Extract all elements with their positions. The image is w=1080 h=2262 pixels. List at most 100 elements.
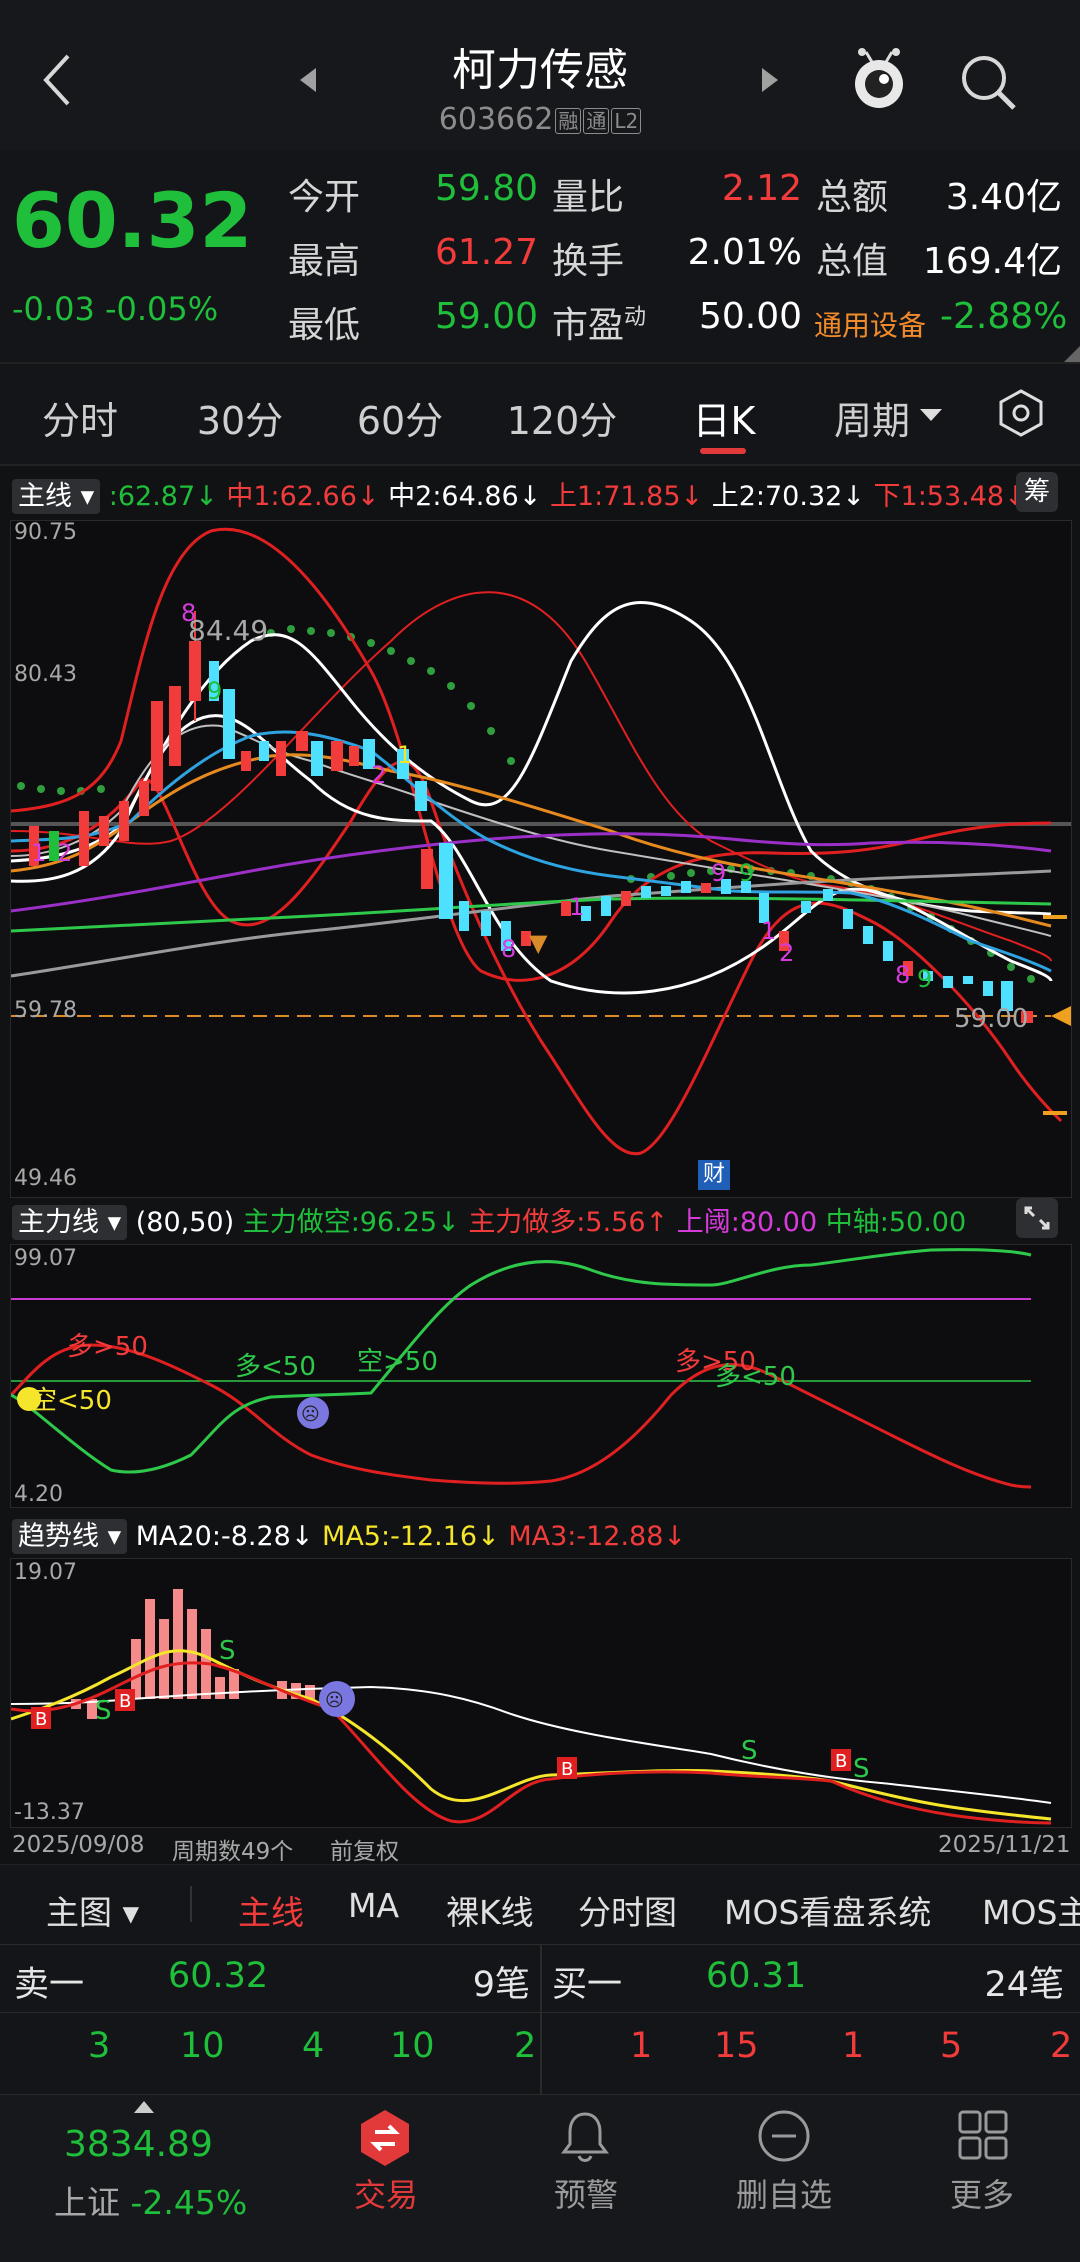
more-grid-icon[interactable]: [956, 2108, 1010, 2166]
sub1-long-value: 主力做多:5.56↑: [468, 1207, 669, 1238]
svg-text:8: 8: [501, 935, 516, 963]
candles: [29, 611, 1033, 1023]
mid1-value: 中1:62.66↓: [226, 481, 380, 512]
svg-text:2: 2: [371, 761, 386, 789]
trade-icon[interactable]: [358, 2108, 412, 2172]
period-dropdown-icon[interactable]: [920, 408, 942, 427]
svg-text:2: 2: [57, 839, 72, 867]
sub1-y-max: 99.07: [14, 1246, 77, 1271]
alert-bell-icon[interactable]: [558, 2108, 612, 2168]
finance-badge[interactable]: 财: [698, 1160, 730, 1190]
kline-chart[interactable]: 8 9 2 1 8 1 9 9 1 2 8 9 1 2 ▼: [10, 520, 1072, 1198]
mode-ma[interactable]: MA: [348, 1886, 399, 1925]
high-price-annotation: 84.49: [188, 614, 269, 647]
period-count: 周期数49个: [172, 1839, 294, 1865]
mode-main-line[interactable]: 主线: [238, 1886, 304, 1934]
svg-text:☹: ☹: [301, 1404, 320, 1425]
search-icon[interactable]: [958, 52, 1018, 116]
mode-naked-k[interactable]: 裸K线: [446, 1886, 534, 1934]
index-line[interactable]: 上证 -2.45%: [54, 2176, 247, 2224]
sub1-indicator-row: 主力线 ▾ (80,50) 主力做空:96.25↓ 主力做多:5.56↑ 上阈:…: [12, 1200, 967, 1240]
buy-queue-4: 5: [940, 2026, 963, 2066]
sell-queue-3: 4: [302, 2026, 325, 2066]
sub1-params: (80,50): [135, 1207, 235, 1238]
adjust-mode[interactable]: 前复权: [330, 1832, 399, 1866]
sub2-indicator-select[interactable]: 趋势线 ▾: [12, 1519, 128, 1554]
pe-sup: 动: [624, 305, 647, 330]
svg-text:9: 9: [917, 965, 932, 993]
value-turnover-amount: 3.40亿: [945, 177, 1062, 218]
kline-svg: 8 9 2 1 8 1 9 9 1 2 8 9 1 2 ▼: [10, 527, 1071, 1156]
trend-svg: B B S S B S B S ☹: [10, 1589, 1052, 1825]
nav-trade[interactable]: 交易: [306, 2170, 466, 2216]
index-value[interactable]: 3834.89: [64, 2124, 213, 2165]
y-axis-max: 90.75: [14, 520, 77, 545]
next-stock-icon[interactable]: [760, 66, 780, 98]
svg-text:B: B: [561, 1759, 573, 1780]
y-axis-upper: 80.43: [14, 662, 77, 687]
mode-mos-system[interactable]: MOS看盘系统: [724, 1886, 931, 1934]
tab-daily-k[interactable]: 日K: [674, 390, 774, 445]
sell-queue-4: 10: [390, 2026, 435, 2066]
value-high: 61.27: [434, 232, 538, 273]
y-axis-last: 59.78: [14, 998, 77, 1023]
tag-margin: 融: [555, 107, 582, 134]
svg-text:空<50: 空<50: [31, 1386, 112, 1416]
sub2-y-min: -13.37: [14, 1800, 85, 1825]
buy1-price: 60.31: [706, 1956, 807, 1996]
svg-text:1: 1: [397, 741, 412, 769]
svg-text:1: 1: [31, 839, 46, 867]
buy-queue-1: 1: [630, 2026, 653, 2066]
expand-chart-icon[interactable]: [1016, 1198, 1058, 1238]
main-force-chart[interactable]: 多>50 空<50 多<50 空>50 多>50 多<50 ☹: [9, 1244, 1072, 1508]
stock-code-line: 603662 融通 L2: [0, 102, 1080, 137]
index-expand-icon[interactable]: [134, 2098, 154, 2117]
nav-remove-watchlist[interactable]: 删自选: [704, 2170, 864, 2216]
svg-text:S: S: [95, 1696, 112, 1726]
value-open: 59.80: [434, 168, 538, 209]
buy1-label: 买一: [552, 1965, 623, 2005]
tab-30min[interactable]: 30分: [190, 390, 290, 445]
tab-period[interactable]: 周期: [822, 390, 922, 445]
tab-intraday[interactable]: 分时: [30, 390, 130, 445]
mode-mos-main[interactable]: MOS主: [982, 1886, 1080, 1934]
buy-queue-3: 1: [842, 2026, 865, 2066]
sub1-annotations: 多>50 空<50 多<50 空>50 多>50 多<50: [31, 1332, 796, 1416]
sell1-label: 卖一: [14, 1965, 85, 2005]
remove-watchlist-icon[interactable]: [756, 2108, 812, 2168]
change-pct: -0.05%: [104, 290, 219, 328]
tab-120min[interactable]: 120分: [502, 390, 622, 445]
chip-distribution-button[interactable]: 筹: [1016, 472, 1058, 512]
label-high: 最高: [288, 241, 361, 282]
last-price: 60.32: [12, 176, 253, 265]
tab-active-indicator: [700, 448, 746, 454]
label-pe: 市盈动: [552, 305, 647, 346]
sub2-ma5: MA5:-12.16↓: [322, 1521, 500, 1552]
sub1-indicator-select[interactable]: 主力线 ▾: [12, 1205, 128, 1240]
trend-chart[interactable]: B B S S B S B S ☹: [10, 1558, 1072, 1828]
svg-text:多<50: 多<50: [235, 1352, 316, 1382]
settings-hexagon-icon[interactable]: [996, 388, 1046, 442]
nav-alert[interactable]: 预警: [506, 2170, 666, 2216]
nav-more[interactable]: 更多: [902, 2170, 1062, 2216]
date-end: 2025/11/21: [938, 1832, 1071, 1858]
sub2-ma20: MA20:-8.28↓: [135, 1521, 314, 1552]
svg-text:1: 1: [569, 893, 584, 921]
tab-60min[interactable]: 60分: [350, 390, 450, 445]
mid2-value: 中2:64.86↓: [388, 481, 542, 512]
order-divider: [540, 1944, 542, 2094]
main-chart-dropdown[interactable]: 主图 ▾: [46, 1886, 139, 1934]
sub1-mid-axis: 中轴:50.00: [825, 1207, 967, 1238]
robot-assistant-icon[interactable]: [846, 44, 912, 120]
trend-signals: B B S S B S B S: [31, 1636, 870, 1784]
stock-name: 柯力传感: [452, 45, 628, 96]
svg-text:1: 1: [761, 917, 776, 945]
label-open: 今开: [288, 177, 361, 218]
svg-text:B: B: [35, 1709, 47, 1730]
sub2-y-max: 19.07: [14, 1560, 77, 1585]
svg-text:B: B: [835, 1751, 847, 1772]
industry-link[interactable]: 通用设备: [814, 304, 926, 344]
main-indicator-select[interactable]: 主线 ▾: [12, 479, 101, 514]
mode-intraday-chart[interactable]: 分时图: [578, 1886, 677, 1934]
label-turnover-rate: 换手: [552, 241, 625, 282]
